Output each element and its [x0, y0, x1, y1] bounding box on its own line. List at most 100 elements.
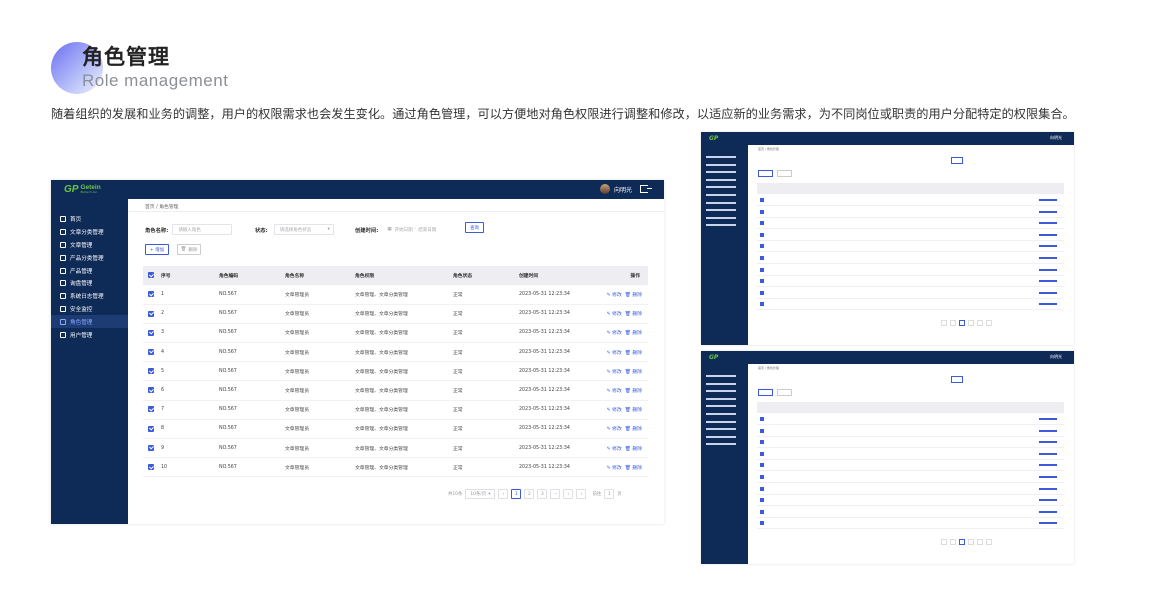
delete-link[interactable]: 🗑 删除: [625, 351, 642, 356]
thumbnail-preview-2: GP 向明光 首页 / 角色管理: [701, 351, 1074, 564]
thumb-ops: [1039, 233, 1057, 236]
row-checkbox[interactable]: [148, 464, 154, 471]
delete-link[interactable]: 🗑 删除: [625, 408, 642, 413]
thumb-sidebar-item: [706, 428, 736, 431]
edit-link[interactable]: ✎ 修改: [607, 466, 622, 471]
user-menu[interactable]: 向明光: [599, 184, 652, 194]
delete-link[interactable]: 🗑 删除: [625, 370, 642, 375]
page-button[interactable]: ›: [576, 489, 587, 499]
sidebar-item[interactable]: 文章分类管理: [51, 226, 128, 239]
table-cell: 1: [161, 285, 219, 305]
page-button[interactable]: ···: [550, 489, 561, 499]
row-checkbox[interactable]: [148, 368, 154, 375]
sidebar-item[interactable]: 询盘管理: [51, 277, 128, 290]
role-name-input[interactable]: 请输入角色: [172, 224, 233, 235]
delete-link[interactable]: 🗑 删除: [625, 466, 642, 471]
query-button[interactable]: 查询: [465, 222, 484, 233]
thumb-checkbox: [760, 198, 764, 202]
logout-icon[interactable]: [640, 185, 652, 193]
table-cell: 2023-05-31 12:23:34: [519, 361, 599, 382]
row-checkbox[interactable]: [148, 310, 154, 317]
sidebar-item[interactable]: 角色管理: [51, 315, 128, 329]
sidebar-item[interactable]: 系统日志管理: [51, 290, 128, 303]
logo[interactable]: GP Getein Biotech,Inc.: [64, 184, 101, 195]
delete-button[interactable]: 🗑 删除: [177, 244, 201, 255]
row-checkbox[interactable]: [148, 444, 154, 451]
select-all-checkbox[interactable]: [148, 272, 154, 279]
table-row: 1 NO.567 文章管理员 文章管理、文章分类管理 正常 2023-05-31 12:2…: [143, 285, 648, 305]
edit-link[interactable]: ✎ 修改: [607, 370, 622, 375]
table-cell: NO.567: [219, 285, 285, 305]
sidebar-item-label: 安全监控: [70, 306, 93, 313]
thumb-checkbox: [760, 267, 764, 272]
delete-link[interactable]: 🗑 删除: [625, 447, 642, 452]
page-button[interactable]: 1: [511, 489, 522, 499]
page-button[interactable]: 2: [524, 489, 535, 499]
table-cell: 文章管理、文章分类管理: [355, 304, 453, 324]
add-button[interactable]: + 增加: [145, 244, 169, 255]
table-cell: NO.567: [219, 361, 285, 382]
thumb-logo: GP: [709, 135, 719, 142]
table-cell: NO.567: [219, 323, 285, 344]
sidebar-item[interactable]: 安全监控: [51, 303, 128, 316]
row-checkbox[interactable]: [148, 291, 154, 298]
thumb-ops: [1039, 257, 1057, 259]
delete-link[interactable]: 🗑 删除: [625, 293, 642, 298]
table-cell: 8: [161, 419, 219, 440]
sidebar-item[interactable]: 产品管理: [51, 264, 128, 277]
filter-created: 创建时间: ▦ 开始日期 - 结束日期: [355, 224, 444, 235]
page-size-select[interactable]: 10条/页 ▾: [465, 489, 496, 499]
role-management-app: GP Getein Biotech,Inc. 向明光 首页 文章分类管理 文章管理产…: [51, 180, 664, 524]
row-checkbox[interactable]: [148, 329, 154, 336]
edit-link[interactable]: ✎ 修改: [607, 389, 622, 394]
edit-link[interactable]: ✎ 修改: [607, 447, 622, 452]
row-checkbox[interactable]: [148, 387, 154, 394]
table-cell: 正常: [453, 438, 519, 459]
thumb-sidebar-item: [706, 194, 736, 196]
cube-icon: [60, 267, 66, 274]
row-checkbox[interactable]: [148, 348, 154, 355]
thumb-row-line: [757, 216, 1064, 218]
delete-link[interactable]: 🗑 删除: [625, 331, 642, 336]
sidebar-item[interactable]: 产品分类管理: [51, 251, 128, 264]
inbox-icon: [60, 280, 66, 287]
table-cell: 2023-05-31 12:23:34: [519, 457, 599, 478]
table-cell: 5: [161, 361, 219, 382]
table-cell: 文章管理员: [285, 304, 355, 324]
edit-link[interactable]: ✎ 修改: [607, 351, 622, 356]
table-cell: 文章管理员: [285, 457, 355, 478]
sidebar-item[interactable]: 首页: [51, 213, 128, 226]
col-header: 角色权限: [355, 266, 453, 285]
thumb-row-line: [757, 447, 1064, 449]
col-header: 角色状态: [453, 266, 519, 285]
table-cell: 正常: [453, 361, 519, 382]
role-name-label: 角色名称:: [145, 227, 169, 234]
table-cell: 正常: [453, 304, 519, 324]
table-cell: 正常: [453, 419, 519, 440]
sidebar-item[interactable]: 文章管理: [51, 239, 128, 252]
page-button[interactable]: ›: [563, 489, 574, 499]
edit-link[interactable]: ✎ 修改: [607, 408, 622, 413]
edit-link[interactable]: ✎ 修改: [607, 312, 622, 317]
page-button[interactable]: 3: [537, 489, 548, 499]
thumb-checkbox: [760, 463, 764, 468]
delete-link[interactable]: 🗑 删除: [625, 312, 642, 317]
row-checkbox[interactable]: [148, 425, 154, 432]
edit-link[interactable]: ✎ 修改: [607, 427, 622, 432]
thumb-sidebar-item: [706, 186, 736, 189]
status-select[interactable]: 请选择角色状态 ▾: [273, 224, 334, 235]
date-range-input[interactable]: ▦ 开始日期 - 结束日期: [382, 224, 444, 235]
goto-input[interactable]: 1: [604, 489, 615, 499]
table-cell: 9: [161, 438, 219, 459]
delete-link[interactable]: 🗑 删除: [625, 389, 642, 394]
row-checkbox[interactable]: [148, 406, 154, 413]
table-cell: NO.567: [219, 380, 285, 401]
table-cell: 正常: [453, 457, 519, 478]
page-button[interactable]: ‹: [498, 489, 509, 499]
table-row: 9 NO.567 文章管理员 文章管理、文章分类管理 正常 2023-05-31 12:2…: [143, 438, 648, 459]
delete-link[interactable]: 🗑 删除: [625, 427, 642, 432]
edit-link[interactable]: ✎ 修改: [607, 331, 622, 336]
edit-link[interactable]: ✎ 修改: [607, 293, 622, 298]
thumb-sidebar-item: [706, 201, 736, 204]
sidebar-item[interactable]: 用户管理: [51, 328, 128, 341]
